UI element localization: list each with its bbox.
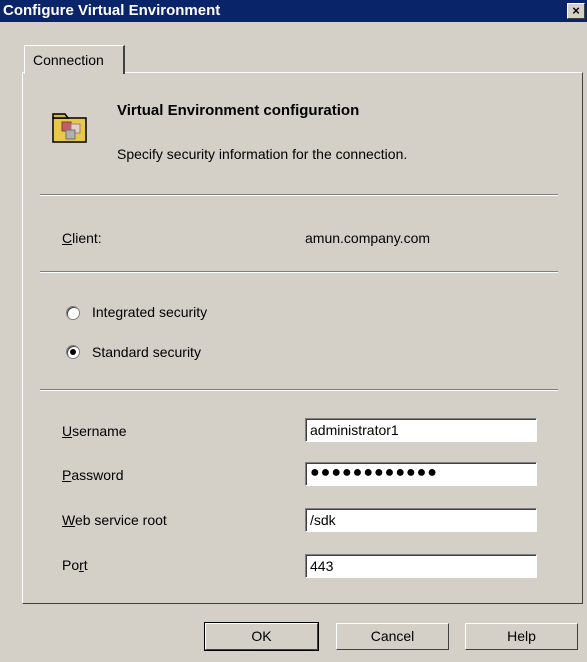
- port-label: Port: [62, 557, 88, 573]
- web-service-root-field[interactable]: /sdk: [305, 508, 537, 532]
- close-icon: ×: [572, 3, 580, 18]
- standard-security-label[interactable]: Standard security: [92, 344, 201, 360]
- port-field[interactable]: 443: [305, 554, 537, 578]
- client-label: Client:: [62, 230, 102, 246]
- standard-security-radio[interactable]: [66, 345, 80, 359]
- folder-config-icon: [52, 113, 87, 143]
- username-label: Username: [62, 423, 127, 439]
- title-bar[interactable]: Configure Virtual Environment ×: [0, 0, 587, 22]
- separator: [40, 271, 558, 273]
- header-title: Virtual Environment configuration: [117, 102, 360, 119]
- ok-button[interactable]: OK: [204, 622, 319, 651]
- web-service-root-label: Web service root: [62, 512, 167, 528]
- header-subtitle: Specify security information for the con…: [117, 146, 408, 162]
- password-label: Password: [62, 467, 124, 483]
- help-button[interactable]: Help: [465, 623, 578, 650]
- client-value: amun.company.com: [305, 230, 431, 246]
- cancel-button[interactable]: Cancel: [336, 623, 449, 650]
- window-title: Configure Virtual Environment: [3, 2, 221, 19]
- password-field[interactable]: ●●●●●●●●●●●●: [305, 462, 537, 486]
- tab-connection-label: Connection: [33, 52, 104, 68]
- radio-selected-dot: [70, 349, 76, 355]
- username-field[interactable]: administrator1: [305, 418, 537, 442]
- integrated-security-label[interactable]: Integrated security: [92, 304, 207, 320]
- separator: [40, 389, 558, 391]
- separator: [40, 194, 558, 196]
- close-button[interactable]: ×: [567, 3, 585, 19]
- integrated-security-radio[interactable]: [66, 306, 80, 320]
- tab-connection[interactable]: Connection: [24, 45, 125, 74]
